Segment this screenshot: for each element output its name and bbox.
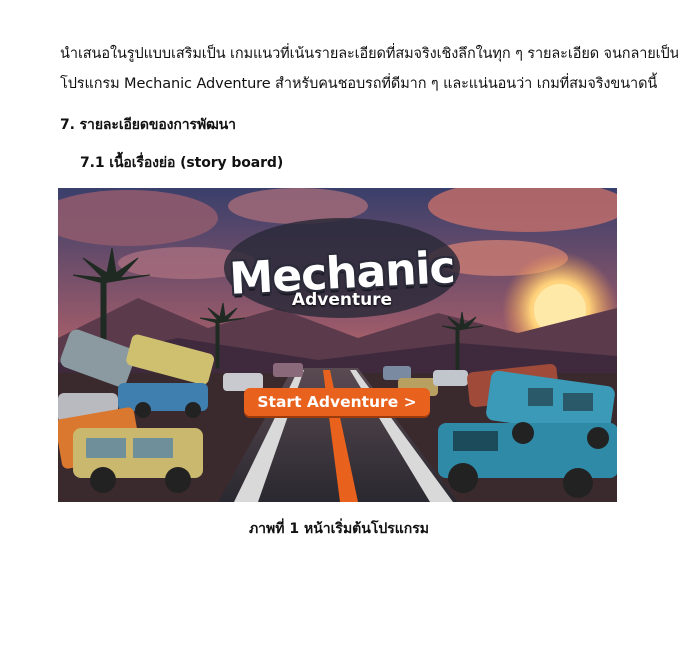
document-page: นำเสนอในรูปแบบเสริมเป็น เกมแนวที่เน้นราย… bbox=[0, 0, 678, 645]
game-start-screen-image: Mechanic Adventure Start Adventure > bbox=[58, 188, 617, 502]
section-heading: 7. รายละเอียดของการพัฒนา bbox=[60, 117, 236, 133]
game-subtitle: Adventure bbox=[291, 290, 393, 310]
subsection-heading: 7.1 เนื้อเรื่องย่อ (story board) bbox=[80, 155, 284, 171]
figure-caption: ภาพที่ 1 หน้าเริ่มต้นโปรแกรม bbox=[248, 521, 430, 537]
start-adventure-button[interactable]: Start Adventure > bbox=[244, 388, 430, 416]
paragraph-line-1: นำเสนอในรูปแบบเสริมเป็น เกมแนวที่เน้นราย… bbox=[60, 46, 678, 62]
paragraph-line-2: โปรแกรม Mechanic Adventure สำหรับคนชอบรถ… bbox=[60, 76, 658, 92]
game-title-logo: Mechanic Adventure bbox=[228, 226, 456, 324]
